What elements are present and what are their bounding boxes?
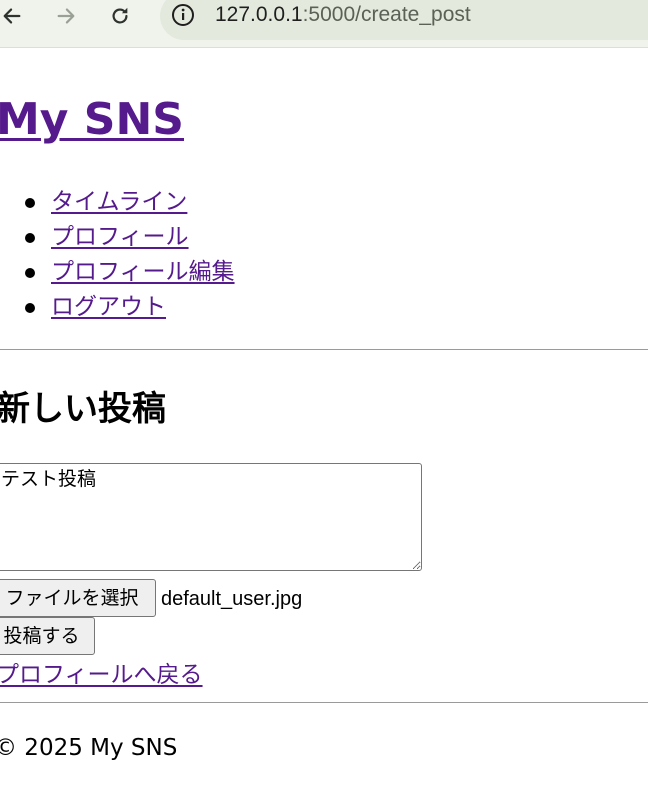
forward-arrow-icon[interactable] [52,2,80,30]
info-icon[interactable] [170,2,196,28]
selected-file-name: default_user.jpg [161,588,303,610]
nav-item-logout: ログアウト [0,290,235,325]
nav-link-profile-edit[interactable]: プロフィール編集 [51,259,235,285]
nav-item-timeline: タイムライン [0,185,235,220]
nav-item-profile: プロフィール [0,220,235,255]
nav-link-profile[interactable]: プロフィール [51,224,189,250]
page-content: My SNS タイムライン プロフィール プロフィール編集 ログアウト 新しい投… [0,49,648,785]
submit-post-button[interactable]: 投稿する [0,617,95,655]
post-content-textarea[interactable]: テスト投稿 [0,463,422,571]
nav-item-profile-edit: プロフィール編集 [0,255,235,290]
reload-icon[interactable] [106,2,134,30]
choose-file-button[interactable]: ファイルを選択 [0,579,156,617]
divider [0,349,648,350]
address-url[interactable]: 127.0.0.1:5000/create_post [215,2,471,28]
footer-divider [0,702,648,703]
footer-copyright: © 2025 My SNS [0,735,178,761]
browser-toolbar: 127.0.0.1:5000/create_post [0,0,648,48]
site-title-link[interactable]: My SNS [0,91,184,149]
main-nav: タイムライン プロフィール プロフィール編集 ログアウト [0,185,235,325]
page-heading: 新しい投稿 [0,389,166,429]
back-to-profile-link[interactable]: プロフィールへ戻る [0,659,203,691]
back-arrow-icon[interactable] [0,2,26,30]
url-path: :5000/create_post [302,3,471,26]
nav-link-logout[interactable]: ログアウト [51,294,166,320]
nav-link-timeline[interactable]: タイムライン [51,189,187,215]
url-host: 127.0.0.1 [215,3,303,26]
